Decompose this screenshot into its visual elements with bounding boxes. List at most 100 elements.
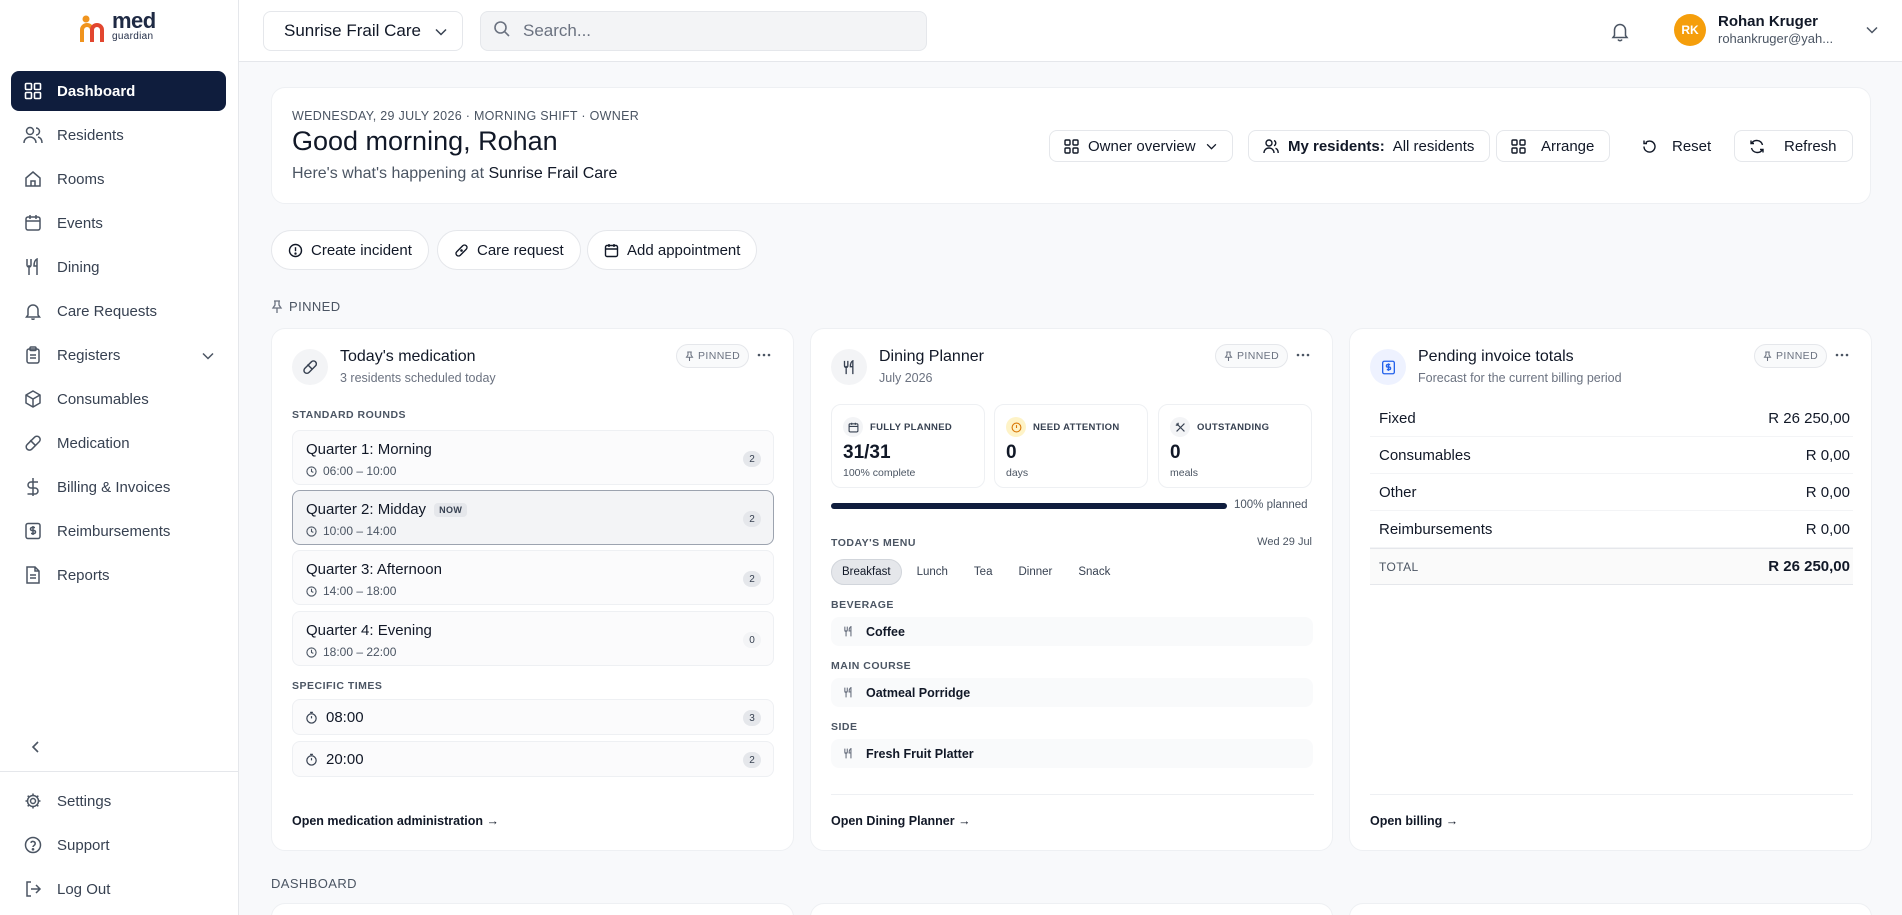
dish-row: Fresh Fruit Platter bbox=[831, 739, 1313, 768]
specific-time-row[interactable]: 20:00 2 bbox=[292, 741, 774, 777]
sidebar-item-label: Residents bbox=[57, 126, 124, 144]
specific-time-text: 20:00 bbox=[326, 751, 364, 768]
sidebar-item-label: Registers bbox=[57, 346, 121, 364]
search-box bbox=[480, 11, 927, 51]
medication-round[interactable]: Quarter 1: Morning 06:00 – 10:00 2 bbox=[292, 430, 774, 485]
sidebar-item-dining[interactable]: Dining bbox=[11, 247, 226, 287]
medication-round[interactable]: Quarter 3: Afternoon 14:00 – 18:00 2 bbox=[292, 550, 774, 605]
pin-icon bbox=[685, 350, 694, 362]
dish-name: Oatmeal Porridge bbox=[866, 685, 971, 700]
reset-label: Reset bbox=[1672, 137, 1712, 155]
search-input[interactable] bbox=[523, 21, 903, 41]
owner-overview-dropdown[interactable]: Owner overview bbox=[1049, 130, 1233, 162]
card-title: Today's medication bbox=[340, 348, 476, 365]
refresh-button[interactable]: Refresh bbox=[1734, 130, 1853, 162]
meal-tabs: Breakfast Lunch Tea Dinner Snack bbox=[831, 559, 1125, 585]
pinned-badge[interactable]: PINNED bbox=[1754, 344, 1828, 368]
utensils-icon bbox=[843, 687, 854, 698]
card-title: Dining Planner bbox=[879, 348, 984, 365]
invoice-value: R 0,00 bbox=[1805, 446, 1850, 464]
pinned-badge[interactable]: PINNED bbox=[676, 344, 750, 368]
logo-mark-icon bbox=[80, 15, 104, 42]
sidebar-item-label: Billing & Invoices bbox=[57, 478, 171, 496]
specific-time: 20:00 bbox=[305, 751, 364, 768]
round-count: 0 bbox=[743, 632, 761, 648]
sidebar-item-settings[interactable]: Settings bbox=[11, 781, 228, 821]
divider bbox=[831, 794, 1314, 795]
utensils-icon bbox=[23, 257, 43, 277]
chevron-down-icon[interactable] bbox=[202, 347, 214, 364]
sidebar-item-residents[interactable]: Residents bbox=[11, 115, 226, 155]
dollar-icon bbox=[23, 477, 43, 497]
notification-bell-icon[interactable] bbox=[1609, 20, 1631, 42]
pill-icon bbox=[292, 349, 328, 385]
specific-time-row[interactable]: 08:00 3 bbox=[292, 699, 774, 735]
refresh-label: Refresh bbox=[1784, 137, 1837, 155]
create-incident-button[interactable]: Create incident bbox=[271, 230, 429, 270]
facility-selector[interactable]: Sunrise Frail Care bbox=[263, 11, 463, 51]
sidebar-item-consumables[interactable]: Consumables bbox=[11, 379, 226, 419]
sidebar-item-medication[interactable]: Medication bbox=[11, 423, 226, 463]
collapse-sidebar-icon[interactable] bbox=[26, 737, 46, 757]
medication-round[interactable]: Quarter 4: Evening 18:00 – 22:00 0 bbox=[292, 611, 774, 666]
sidebar-item-logout[interactable]: Log Out bbox=[11, 869, 228, 909]
grid-icon bbox=[1511, 138, 1526, 154]
more-options-icon[interactable] bbox=[1295, 347, 1315, 365]
utensils-icon bbox=[843, 626, 854, 637]
sidebar-item-label: Dashboard bbox=[57, 82, 136, 100]
now-badge: NOW bbox=[434, 502, 468, 517]
document-icon bbox=[23, 565, 43, 585]
more-options-icon[interactable] bbox=[1834, 347, 1854, 365]
sidebar-item-label: Log Out bbox=[57, 880, 111, 898]
sidebar-item-reimbursements[interactable]: Reimbursements bbox=[11, 511, 226, 551]
medication-round[interactable]: Quarter 2: Midday NOW 10:00 – 14:00 2 bbox=[292, 490, 774, 545]
greeting-sub-facility: Sunrise Frail Care bbox=[488, 165, 618, 182]
add-appointment-button[interactable]: Add appointment bbox=[587, 230, 758, 270]
round-name: Quarter 4: Evening bbox=[306, 622, 432, 639]
pin-icon bbox=[271, 299, 283, 314]
sidebar-item-reports[interactable]: Reports bbox=[11, 555, 226, 595]
calendar-icon bbox=[843, 417, 863, 437]
chevron-down-icon bbox=[1206, 143, 1217, 150]
sidebar-item-billing[interactable]: Billing & Invoices bbox=[11, 467, 226, 507]
round-time: 10:00 – 14:00 bbox=[306, 524, 396, 538]
invoice-row: Reimbursements R 0,00 bbox=[1370, 511, 1853, 548]
invoice-label: Reimbursements bbox=[1379, 520, 1493, 538]
medguardian-logo[interactable]: med guardian bbox=[80, 10, 156, 48]
round-time: 06:00 – 10:00 bbox=[306, 464, 396, 478]
tab-snack[interactable]: Snack bbox=[1067, 559, 1121, 585]
more-options-icon[interactable] bbox=[756, 347, 776, 365]
sidebar-item-events[interactable]: Events bbox=[11, 203, 226, 243]
sidebar-item-support[interactable]: Support bbox=[11, 825, 228, 865]
sidebar-item-label: Settings bbox=[57, 792, 112, 810]
sidebar-item-label: Events bbox=[57, 214, 103, 232]
stat-value: 0 bbox=[1170, 442, 1181, 463]
sidebar-item-rooms[interactable]: Rooms bbox=[11, 159, 226, 199]
user-menu[interactable]: RK Rohan Kruger rohankruger@yah... bbox=[1674, 13, 1878, 47]
tab-breakfast[interactable]: Breakfast bbox=[831, 559, 902, 585]
tab-tea[interactable]: Tea bbox=[963, 559, 1004, 585]
tab-lunch[interactable]: Lunch bbox=[906, 559, 959, 585]
dish-row: Oatmeal Porridge bbox=[831, 678, 1313, 707]
care-request-button[interactable]: Care request bbox=[437, 230, 581, 270]
pinned-badge[interactable]: PINNED bbox=[1215, 344, 1289, 368]
open-billing-link[interactable]: Open billing → bbox=[1370, 814, 1458, 828]
open-medication-link[interactable]: Open medication administration → bbox=[292, 814, 499, 828]
invoice-value: R 26 250,00 bbox=[1768, 409, 1850, 427]
open-dining-planner-link[interactable]: Open Dining Planner → bbox=[831, 814, 971, 828]
receipt-icon bbox=[23, 521, 43, 541]
tab-dinner[interactable]: Dinner bbox=[1007, 559, 1063, 585]
sidebar-item-registers[interactable]: Registers bbox=[11, 335, 226, 375]
sidebar-item-care-requests[interactable]: Care Requests bbox=[11, 291, 226, 331]
sidebar-item-label: Medication bbox=[57, 434, 130, 452]
sidebar-item-label: Support bbox=[57, 836, 110, 854]
layout-icon bbox=[1064, 138, 1079, 154]
invoice-label: Other bbox=[1379, 483, 1417, 501]
reset-button[interactable]: Reset bbox=[1627, 130, 1728, 162]
my-residents-filter[interactable]: My residents: All residents bbox=[1248, 130, 1491, 162]
user-name: Rohan Kruger bbox=[1718, 13, 1819, 30]
card-subtitle: Forecast for the current billing period bbox=[1418, 371, 1622, 385]
sidebar-item-dashboard[interactable]: Dashboard bbox=[11, 71, 226, 111]
course-label: SIDE bbox=[831, 721, 858, 733]
arrange-button[interactable]: Arrange bbox=[1496, 130, 1611, 162]
